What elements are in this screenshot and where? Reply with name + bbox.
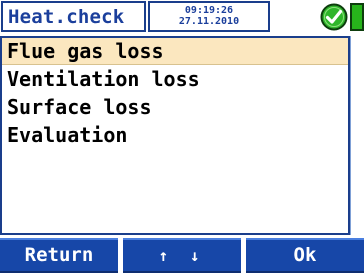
check-circle-icon	[320, 3, 348, 31]
softkey-bar: Return ↑ ↓ Ok	[0, 238, 364, 273]
menu-item-surface-loss[interactable]: Surface loss	[2, 94, 348, 121]
menu-list: Flue gas loss Ventilation loss Surface l…	[0, 36, 350, 235]
menu-item-ventilation-loss[interactable]: Ventilation loss	[2, 66, 348, 93]
page-title: Heat.check	[8, 6, 125, 28]
return-button[interactable]: Return	[0, 238, 118, 273]
status-indicator	[350, 3, 364, 31]
ok-button[interactable]: Ok	[246, 238, 364, 273]
device-screen: Heat.check 09:19:26 27.11.2010 Flue gas …	[0, 0, 364, 273]
title-box: Heat.check	[1, 1, 146, 32]
clock-date: 27.11.2010	[178, 16, 240, 27]
up-down-button[interactable]: ↑ ↓	[123, 238, 241, 273]
clock-box: 09:19:26 27.11.2010	[148, 1, 270, 32]
menu-item-evaluation[interactable]: Evaluation	[2, 122, 348, 149]
scrollbar[interactable]	[350, 36, 364, 235]
header-bar: Heat.check 09:19:26 27.11.2010	[0, 0, 364, 36]
clock-time: 09:19:26	[184, 5, 234, 16]
menu-item-flue-gas-loss[interactable]: Flue gas loss	[2, 38, 348, 65]
